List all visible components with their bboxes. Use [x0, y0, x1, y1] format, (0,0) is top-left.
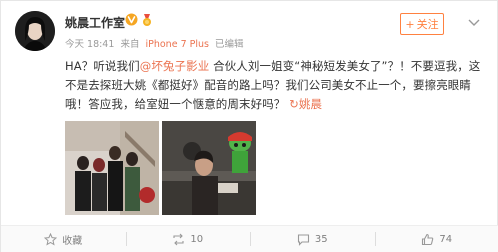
- post-image-group-photo[interactable]: [65, 121, 159, 215]
- text-segment: 合伙人刘一姐变“神秘短发美女了”？！不要逗我，这: [209, 59, 481, 73]
- edited-label[interactable]: 已编辑: [215, 39, 244, 50]
- text-segment: 哦！答应我，给室妞一个惬意的周末好吗？: [65, 97, 286, 111]
- chevron-down-icon[interactable]: [467, 17, 481, 29]
- mention-link[interactable]: 姚晨: [299, 97, 322, 111]
- like-count: 74: [439, 233, 453, 245]
- post-time[interactable]: 今天 18:41: [65, 39, 114, 50]
- plus-icon: +: [405, 17, 415, 31]
- repost-count: 10: [190, 233, 204, 245]
- star-icon: [44, 232, 58, 246]
- post-meta: 今天 18:41 来自 iPhone 7 Plus 已编辑: [65, 36, 247, 50]
- post-text-line-3: 哦！答应我，给室妞一个惬意的周末好吗？ ↻姚晨: [65, 95, 465, 114]
- comment-button[interactable]: 35: [250, 226, 375, 252]
- weibo-post-card: 姚晨工作室 + 关注 今天 18:41 来自 iPhone 7 Plus 已编辑…: [0, 0, 498, 252]
- author-avatar[interactable]: [15, 11, 55, 51]
- post-text-line-1: HA？听说我们@坏兔子影业 合伙人刘一姐变“神秘短发美女了”？！不要逗我，这: [65, 57, 480, 76]
- follow-label: 关注: [416, 18, 439, 31]
- comment-icon: [297, 233, 309, 246]
- thumbs-up-icon: [422, 233, 434, 245]
- comment-count: 35: [314, 233, 328, 245]
- from-label: 来自: [120, 39, 140, 50]
- post-text: HA？听说我们@坏兔子影业 合伙人刘一姐变“神秘短发美女了”？！不要逗我，这 不…: [65, 57, 480, 114]
- post-text-line-2: 不是去探班大姚《都挺好》配音的路上吗？我们公司美女不止一个，要擦亮眼睛: [65, 78, 471, 92]
- author-name[interactable]: 姚晨工作室: [65, 14, 125, 31]
- follow-button[interactable]: + 关注: [400, 13, 444, 35]
- repost-icon: [173, 233, 184, 245]
- post-source[interactable]: iPhone 7 Plus: [145, 39, 209, 50]
- mention-icon: ↻: [289, 97, 299, 111]
- text-segment: HA？听说我们: [65, 59, 140, 73]
- post-actions-bar: 收藏 10 35 74: [1, 225, 498, 252]
- verified-icon: [125, 13, 138, 26]
- like-button[interactable]: 74: [374, 226, 498, 252]
- member-medal-icon[interactable]: [141, 13, 153, 27]
- favorite-button[interactable]: 收藏: [1, 226, 126, 252]
- favorite-label: 收藏: [62, 235, 83, 247]
- mention-link[interactable]: @坏兔子影业: [140, 59, 210, 73]
- repost-button[interactable]: 10: [125, 226, 251, 252]
- post-image-recording[interactable]: [162, 121, 256, 215]
